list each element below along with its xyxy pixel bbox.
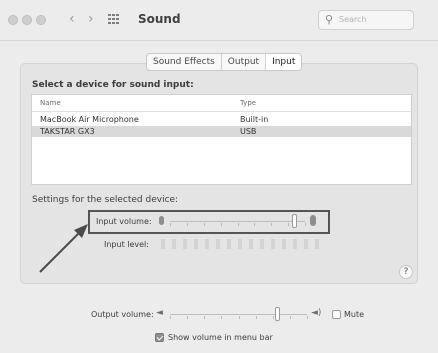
chevron-right-icon: › [88,11,94,27]
slider-tick [170,223,171,226]
slider-tick [237,223,239,226]
tab-output[interactable]: Output [222,54,267,70]
device-settings-heading: Settings for the selected device: [32,195,179,205]
level-segment [194,239,198,249]
input-level-label: Input level: [104,240,149,249]
output-volume-label: Output volume: [91,310,154,319]
device-name: MacBook Air Microphone [40,115,139,124]
level-segment [260,239,264,249]
search-icon: ⚲ [325,13,334,26]
column-header-type[interactable]: Type [240,99,256,107]
device-name: TAKSTAR GX3 [40,127,95,136]
search-placeholder: Search [339,15,367,24]
level-segment [238,239,242,249]
input-volume-slider[interactable] [170,221,306,226]
level-segment [271,239,275,249]
chevron-left-icon: ‹ [69,11,75,27]
zoom-window-button[interactable] [36,15,46,25]
show-all-grid-icon[interactable] [108,14,120,25]
device-type: USB [240,127,257,136]
slider-tick [271,223,273,226]
slider-tick [305,223,306,226]
device-list-heading: Select a device for sound input: [32,80,194,90]
level-segment [315,239,319,249]
back-button[interactable]: ‹ [69,10,75,28]
slider-tick [203,223,205,226]
level-segment [293,239,297,249]
slider-track [170,221,305,222]
slider-tick [220,223,222,226]
slider-tick [254,223,256,226]
output-volume-thumb[interactable] [274,307,280,321]
slider-tick [186,223,188,226]
slider-tick [289,316,291,319]
speaker-low-icon: ◄ [156,308,163,318]
slider-tick [288,223,290,226]
level-segment [304,239,308,249]
input-volume-label: Input volume: [96,217,152,226]
tab-sound-effects[interactable]: Sound Effects [147,54,222,70]
level-segment [161,239,165,249]
mic-high-icon [310,215,316,226]
level-segment [172,239,176,249]
show-volume-checkbox[interactable] [155,333,164,342]
slider-tick [204,316,206,319]
minimize-window-button[interactable] [22,15,32,25]
search-field[interactable]: ⚲ Search [318,10,414,30]
slider-tick [187,316,189,319]
device-type: Built-in [240,115,269,124]
tab-input[interactable]: Input [266,54,302,70]
column-header-name[interactable]: Name [40,99,61,107]
level-segment [249,239,253,249]
annotation-arrow [39,224,88,273]
level-segment [227,239,231,249]
level-segment [205,239,209,249]
speaker-high-icon: ◄) [311,308,322,318]
table-row[interactable]: MacBook Air Microphone Built-in [32,114,411,125]
close-window-button[interactable] [8,15,18,25]
mute-label: Mute [344,310,365,319]
level-segment [183,239,187,249]
mic-low-icon [159,216,164,225]
slider-tick [221,316,223,319]
table-header: Name Type [32,95,411,112]
forward-button[interactable]: › [88,10,94,28]
slider-tick [170,316,171,319]
level-segment [282,239,286,249]
slider-tick [255,316,257,319]
slider-tick [307,316,308,319]
slider-track [170,314,307,315]
help-button[interactable]: ? [399,265,413,279]
show-volume-label: Show volume in menu bar [168,333,273,342]
input-device-table: Name Type MacBook Air Microphone Built-i… [31,94,412,185]
input-level-meter [161,239,321,249]
tab-bar: Sound Effects Output Input [146,53,303,71]
input-volume-thumb[interactable] [292,214,298,228]
table-row-selected[interactable]: TAKSTAR GX3 USB [32,126,411,137]
output-volume-slider[interactable] [170,314,308,319]
slider-tick [272,316,274,319]
slider-tick [238,316,240,319]
window-title: Sound [138,12,181,26]
mute-checkbox[interactable] [332,310,341,319]
level-segment [216,239,220,249]
